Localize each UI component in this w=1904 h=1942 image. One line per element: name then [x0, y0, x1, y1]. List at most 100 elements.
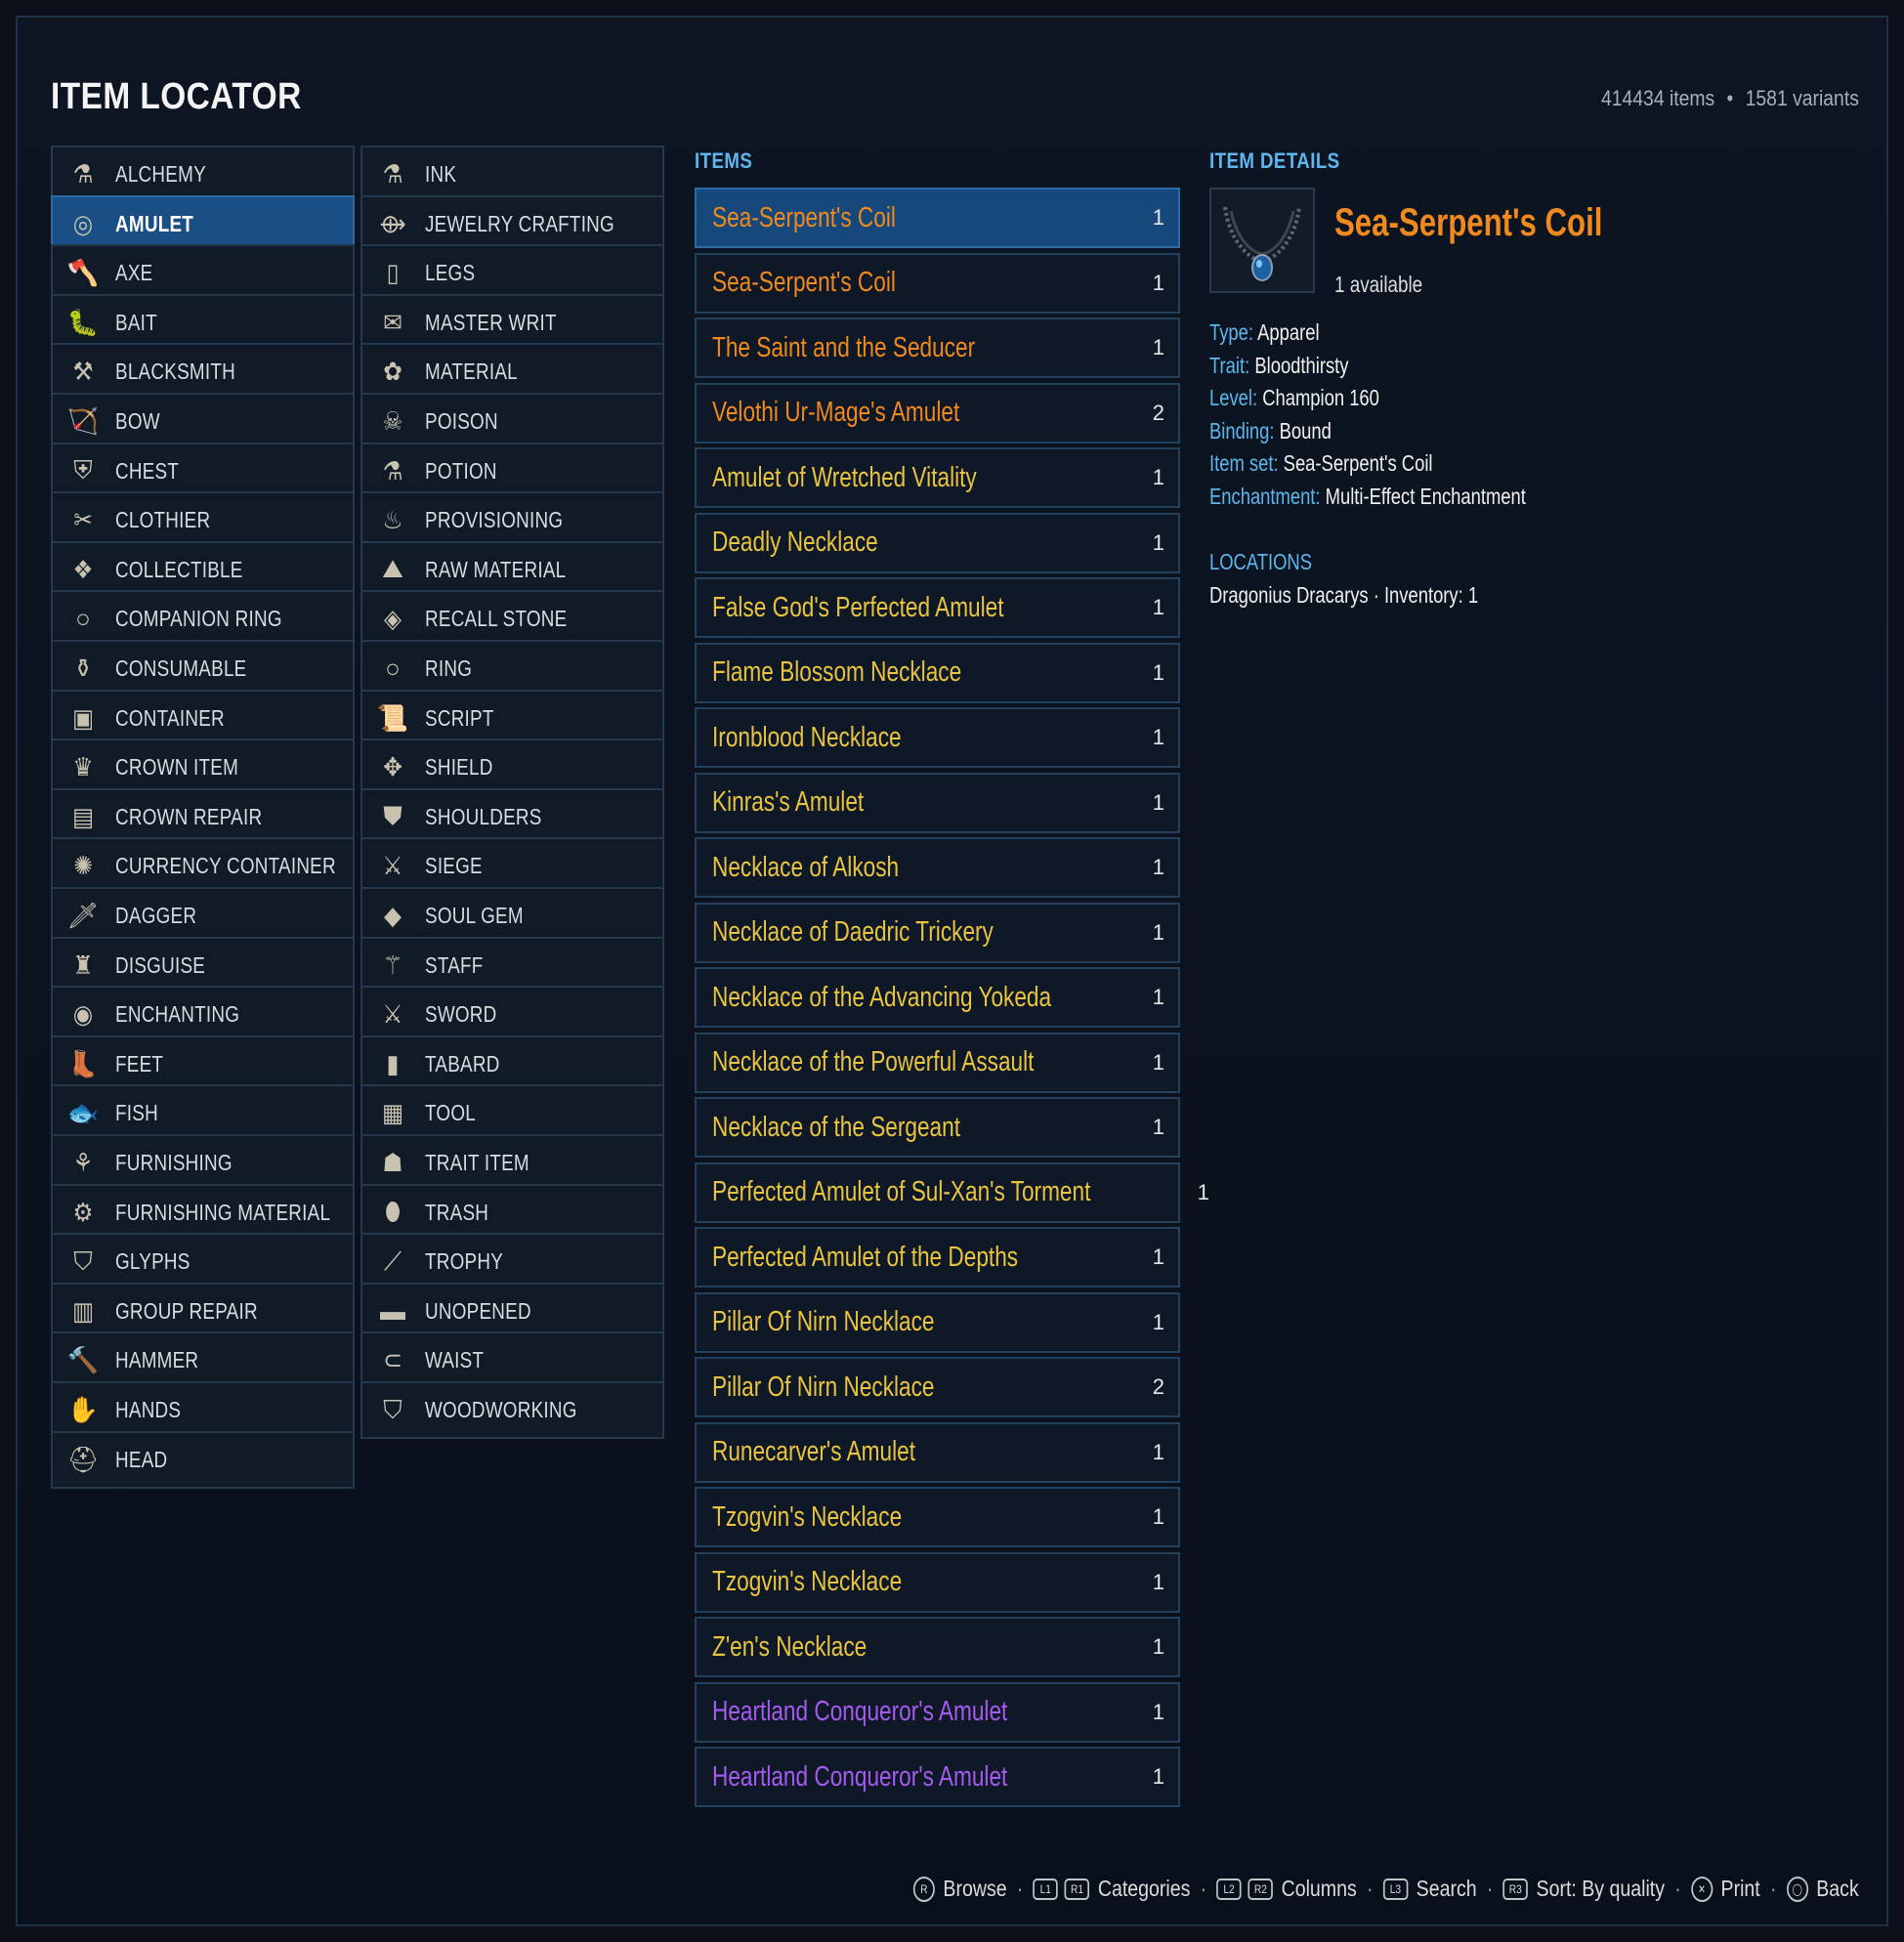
- furnishing-material-icon: ⚙: [72, 1197, 94, 1227]
- hint-separator: ·: [1017, 1876, 1024, 1901]
- hint-print[interactable]: ✕ Print: [1691, 1876, 1760, 1902]
- companion-ring-icon: ○: [75, 604, 91, 634]
- category-woodworking[interactable]: ⛉ WOODWORKING: [360, 1381, 664, 1439]
- item-row[interactable]: False God's Perfected Amulet 1: [695, 577, 1180, 638]
- category-label: ENCHANTING: [115, 1001, 240, 1028]
- item-row[interactable]: Necklace of Daedric Trickery 1: [695, 902, 1180, 963]
- bait-icon: 🐛: [66, 307, 100, 337]
- item-name: Perfected Amulet of the Depths: [712, 1241, 1019, 1273]
- hint-sort-by-quality[interactable]: R3 Sort: By quality: [1502, 1876, 1666, 1902]
- item-name: Heartland Conqueror's Amulet: [712, 1696, 1008, 1727]
- item-quantity: 1: [1152, 1115, 1164, 1139]
- unopened-icon: ▬: [380, 1295, 405, 1326]
- dagger-icon: 🗡: [66, 901, 100, 930]
- property-value: Multi-Effect Enchantment: [1325, 483, 1526, 509]
- item-row[interactable]: Velothi Ur-Mage's Amulet 2: [695, 382, 1180, 443]
- details-section-label: ITEM DETAILS: [1209, 148, 1340, 173]
- category-label: AMULET: [115, 210, 194, 236]
- item-row[interactable]: Deadly Necklace 1: [695, 512, 1180, 573]
- item-row[interactable]: Z'en's Necklace 1: [695, 1617, 1180, 1677]
- category-head[interactable]: ⛑ HEAD: [51, 1430, 355, 1489]
- trash-icon: ⬮: [384, 1197, 402, 1227]
- category-label: GLYPHS: [115, 1248, 190, 1275]
- category-label: FURNISHING MATERIAL: [115, 1199, 331, 1225]
- item-row[interactable]: The Saint and the Seducer 1: [695, 317, 1180, 378]
- item-quantity: 1: [1152, 1634, 1164, 1659]
- item-name: Necklace of Daedric Trickery: [712, 916, 994, 948]
- item-row[interactable]: Tzogvin's Necklace 1: [695, 1487, 1180, 1547]
- item-row[interactable]: Amulet of Wretched Vitality 1: [695, 447, 1180, 508]
- category-label: LEGS: [425, 260, 476, 286]
- item-name: Z'en's Necklace: [712, 1630, 867, 1663]
- material-icon: ✿: [383, 357, 402, 387]
- consumable-icon: ⚱: [73, 654, 93, 683]
- item-quantity: 1: [1152, 855, 1164, 879]
- crown-item-icon: ♛: [72, 752, 94, 782]
- category-label: BOW: [115, 408, 160, 434]
- hint-label: Sort: By quality: [1536, 1876, 1666, 1901]
- hint-browse[interactable]: R Browse: [913, 1876, 1007, 1902]
- container-icon: ▣: [71, 702, 95, 733]
- recall-stone-icon: ◈: [384, 604, 402, 634]
- category-label: SCRIPT: [425, 704, 494, 731]
- item-row[interactable]: Ironblood Necklace 1: [695, 707, 1180, 768]
- item-row[interactable]: Tzogvin's Necklace 1: [695, 1551, 1180, 1613]
- item-row[interactable]: Necklace of Alkosh 1: [695, 837, 1180, 898]
- property-row: Level: Champion 160: [1209, 385, 1526, 418]
- item-row[interactable]: Pillar Of Nirn Necklace 2: [695, 1357, 1180, 1417]
- hint-categories[interactable]: L1 R1 Categories: [1033, 1876, 1191, 1902]
- crown-repair-icon: ▤: [71, 801, 95, 831]
- property-key: Level:: [1209, 385, 1258, 410]
- category-label: DAGGER: [115, 903, 197, 928]
- item-row[interactable]: Perfected Amulet of Sul-Xan's Torment 1: [695, 1161, 1209, 1223]
- item-name: Heartland Conqueror's Amulet: [712, 1760, 1008, 1793]
- controller-button-icon: L3: [1382, 1878, 1409, 1900]
- controller-button-icon: R2: [1248, 1878, 1274, 1900]
- feet-icon: 👢: [66, 1048, 100, 1078]
- soul-gem-icon: ◆: [384, 901, 402, 930]
- hint-columns[interactable]: L2 R2 Columns: [1216, 1876, 1357, 1902]
- item-row[interactable]: Heartland Conqueror's Amulet 1: [695, 1681, 1180, 1743]
- blacksmith-icon: ⚒: [72, 357, 94, 387]
- item-row[interactable]: Heartland Conqueror's Amulet 1: [695, 1747, 1180, 1807]
- item-row[interactable]: Perfected Amulet of the Depths 1: [695, 1227, 1180, 1288]
- item-row[interactable]: Kinras's Amulet 1: [695, 772, 1180, 833]
- hint-back[interactable]: ◯ Back: [1786, 1876, 1859, 1902]
- woodworking-icon: ⛉: [383, 1394, 402, 1424]
- category-label: WOODWORKING: [425, 1397, 577, 1422]
- item-row[interactable]: Necklace of the Powerful Assault 1: [695, 1032, 1180, 1093]
- item-row[interactable]: Runecarver's Amulet 1: [695, 1421, 1180, 1483]
- item-name: Ironblood Necklace: [712, 721, 902, 753]
- item-quantity: 1: [1152, 1245, 1164, 1269]
- item-row[interactable]: Necklace of the Sergeant 1: [695, 1097, 1180, 1158]
- currency-container-icon: ✺: [73, 851, 93, 881]
- item-row[interactable]: Sea-Serpent's Coil 1: [695, 188, 1180, 248]
- property-value: Champion 160: [1262, 385, 1379, 410]
- clothier-icon: ✂: [73, 505, 93, 535]
- ring-icon: ○: [385, 654, 401, 683]
- item-row[interactable]: Necklace of the Advancing Yokeda 1: [695, 967, 1180, 1028]
- item-name: Flame Blossom Necklace: [712, 656, 962, 688]
- hint-search[interactable]: L3 Search: [1382, 1876, 1477, 1902]
- category-label: UNOPENED: [425, 1297, 531, 1324]
- hint-separator: ·: [1487, 1876, 1494, 1901]
- property-key: Binding:: [1209, 417, 1275, 443]
- item-row[interactable]: Pillar Of Nirn Necklace 1: [695, 1291, 1180, 1353]
- amulet-icon: ◎: [72, 208, 94, 238]
- item-thumbnail: [1209, 188, 1315, 293]
- furnishing-icon: ⚘: [72, 1148, 94, 1177]
- separator-dot: •: [1726, 86, 1734, 110]
- category-label: ALCHEMY: [115, 161, 206, 187]
- head-icon: ⛑: [66, 1444, 100, 1474]
- item-row[interactable]: Sea-Serpent's Coil 1: [695, 252, 1180, 314]
- category-label: SOUL GEM: [425, 903, 524, 928]
- category-label: CONTAINER: [115, 704, 225, 731]
- property-row: Item set: Sea-Serpent's Coil: [1209, 450, 1526, 484]
- item-quantity: 1: [1152, 270, 1164, 295]
- controller-button-icon: R3: [1502, 1878, 1529, 1900]
- item-name: Pillar Of Nirn Necklace: [712, 1371, 935, 1403]
- item-row[interactable]: Flame Blossom Necklace 1: [695, 642, 1180, 703]
- item-quantity: 2: [1152, 400, 1164, 425]
- tool-icon: ▦: [381, 1098, 404, 1128]
- bow-icon: 🏹: [66, 406, 100, 436]
